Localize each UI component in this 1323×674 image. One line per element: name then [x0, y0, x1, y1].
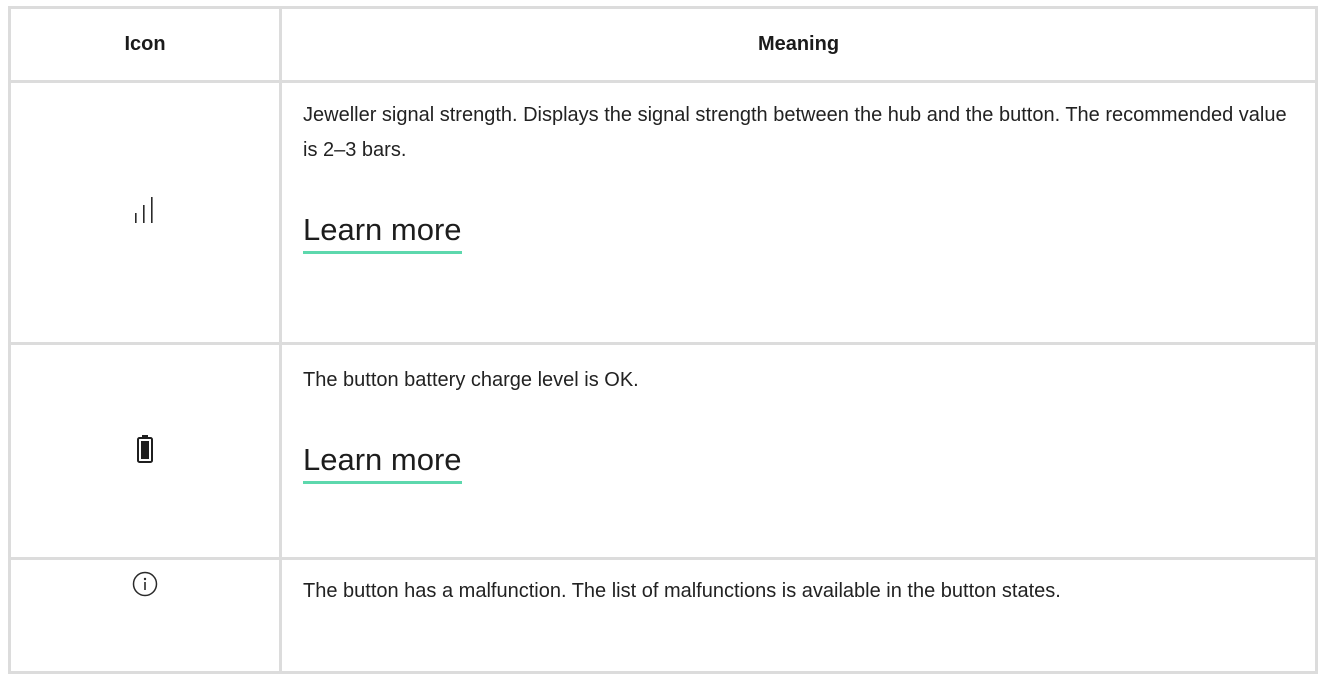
signal-strength-icon — [133, 197, 157, 223]
malfunction-description: The button has a malfunction. The list o… — [303, 580, 1061, 602]
icon-cell — [8, 342, 282, 560]
table-row: Jeweller signal strength. Displays the s… — [8, 80, 1318, 345]
meaning-column-header: Meaning — [279, 6, 1318, 83]
table-row: The button battery charge level is OK. L… — [8, 342, 1318, 560]
signal-strength-description: Jeweller signal strength. Displays the s… — [303, 104, 1287, 161]
battery-description: The button battery charge level is OK. — [303, 369, 639, 391]
icon-cell — [8, 557, 282, 674]
table-header-row: Icon Meaning — [8, 6, 1318, 83]
battery-icon — [137, 434, 153, 463]
learn-more-link-battery[interactable]: Learn more — [303, 441, 462, 484]
icon-column-header: Icon — [8, 6, 282, 83]
learn-more-link-signal[interactable]: Learn more — [303, 211, 462, 254]
meaning-cell: The button has a malfunction. The list o… — [279, 557, 1318, 674]
meaning-cell: Jeweller signal strength. Displays the s… — [279, 80, 1318, 345]
icons-table: Icon Meaning Jeweller signal strength. D… — [8, 6, 1318, 674]
info-icon — [132, 571, 158, 597]
meaning-cell: The button battery charge level is OK. L… — [279, 342, 1318, 560]
table-row: The button has a malfunction. The list o… — [8, 557, 1318, 674]
icon-cell — [8, 80, 282, 345]
